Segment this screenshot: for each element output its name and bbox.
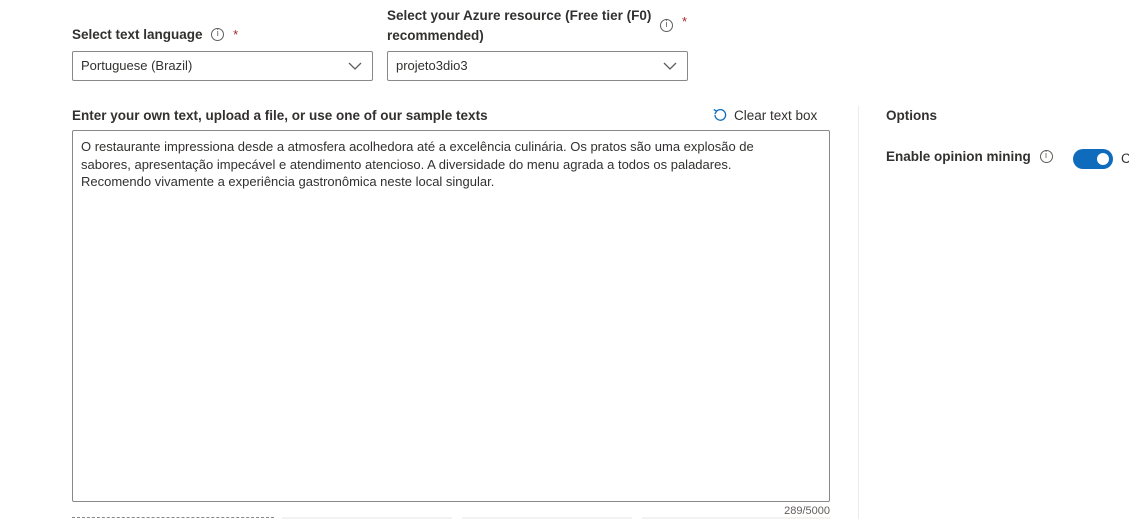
opinion-mining-label-row: Enable opinion mining i [886,147,1053,167]
chevron-down-icon [663,62,677,70]
opinion-mining-label: Enable opinion mining [886,149,1031,164]
panel-divider [858,106,859,519]
options-title: Options [886,108,937,123]
resource-dropdown[interactable]: projeto3dio3 [387,51,688,81]
language-dropdown[interactable]: Portuguese (Brazil) [72,51,373,81]
required-marker: * [682,14,688,29]
text-analysis-form: Select text language i * Portuguese (Bra… [0,0,1129,519]
info-icon[interactable]: i [211,27,225,41]
toggle-knob [1097,153,1109,165]
toggle-state-text: C [1121,151,1129,166]
text-input-area[interactable]: O restaurante impressiona desde a atmosf… [72,130,830,502]
text-input-label: Enter your own text, upload a file, or u… [72,108,488,123]
clear-text-label: Clear text box [734,108,818,123]
info-icon[interactable]: i [1039,149,1053,163]
chevron-down-icon [348,62,362,70]
character-counter: 289/5000 [784,505,830,517]
clear-text-button[interactable]: Clear text box [712,106,817,126]
undo-icon [713,109,727,122]
required-marker: * [233,27,239,42]
opinion-mining-toggle[interactable] [1073,149,1113,169]
language-label-row: Select text language i * [72,25,238,45]
resource-selected-value: projeto3dio3 [396,58,468,73]
language-label: Select text language [72,27,203,42]
language-selected-value: Portuguese (Brazil) [81,58,193,73]
info-icon[interactable]: i [660,19,673,32]
resource-label: Select your Azure resource (Free tier (F… [387,8,652,43]
